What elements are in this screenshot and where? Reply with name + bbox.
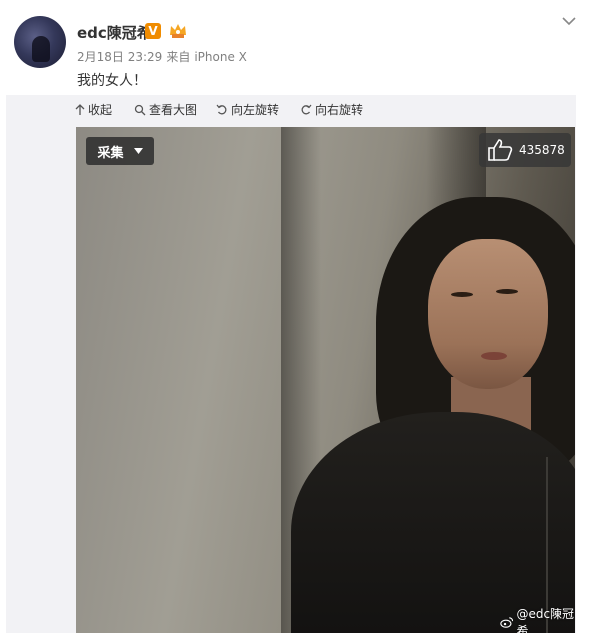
face-shape (428, 239, 548, 389)
dropdown-caret-icon (133, 148, 143, 154)
eye-right (496, 289, 518, 294)
watermark-text: @edc陳冠希 (516, 607, 575, 633)
rotate-left-icon (216, 104, 227, 114)
post-source[interactable]: iPhone X (194, 50, 247, 64)
rotate-left-button[interactable]: 向左旋转 (216, 101, 279, 118)
view-large-label: 查看大图 (149, 103, 198, 117)
username[interactable]: edc陳冠希 (77, 22, 152, 43)
watermark: @edc陳冠希 (500, 605, 575, 633)
collapse-icon (75, 103, 85, 115)
like-button[interactable]: 435878 (479, 133, 571, 167)
post-text: 我的女人！ (77, 73, 147, 89)
post-meta: 2月18日 23:29 来自 iPhone X (77, 48, 251, 65)
magnifier-icon (134, 104, 146, 115)
rotate-left-label: 向左旋转 (231, 103, 280, 117)
chevron-down-icon[interactable] (562, 16, 576, 26)
rotate-right-icon (301, 104, 312, 114)
like-count: 435878 (519, 143, 565, 157)
view-large-button[interactable]: 查看大图 (134, 101, 197, 118)
lips (481, 352, 507, 360)
media-toolbar: 收起 查看大图 向左旋转 向右旋转 (6, 95, 576, 123)
collapse-button[interactable]: 收起 (75, 101, 112, 118)
post-photo[interactable]: 采集 435878 @edc陳冠希 (76, 127, 575, 633)
post-date[interactable]: 2月18日 23:29 (77, 50, 162, 64)
source-prefix: 来自 (166, 50, 191, 64)
eye-left (451, 292, 473, 297)
collect-button[interactable]: 采集 (86, 137, 154, 165)
media-panel: 收起 查看大图 向左旋转 向右旋转 采集 435878 @edc陳冠希 (6, 95, 576, 633)
avatar[interactable] (14, 16, 66, 68)
member-crown-icon[interactable] (168, 21, 188, 39)
avatar-figure (32, 36, 50, 62)
thumbs-up-icon (488, 139, 513, 161)
verified-badge-icon[interactable]: V (145, 23, 161, 39)
rotate-right-button[interactable]: 向右旋转 (300, 101, 363, 118)
collect-label: 采集 (97, 145, 124, 161)
jacket-shape (291, 412, 575, 633)
collapse-label: 收起 (88, 103, 113, 117)
weibo-logo-icon (500, 617, 514, 628)
rotate-right-label: 向右旋转 (315, 103, 364, 117)
